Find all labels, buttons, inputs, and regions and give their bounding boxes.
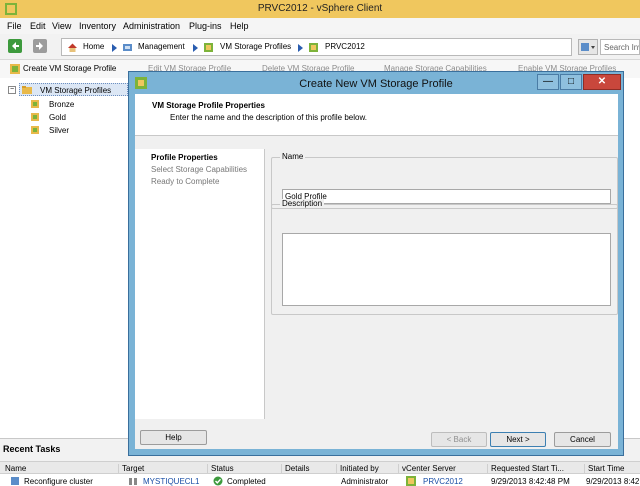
back-button[interactable] — [8, 39, 22, 53]
task-start-time: 9/29/2013 8:42 — [586, 477, 640, 486]
cancel-button[interactable]: Cancel — [554, 432, 611, 447]
menu-administration[interactable]: Administration — [123, 21, 180, 31]
menu-plugins[interactable]: Plug-ins — [189, 21, 222, 31]
breadcrumb-vm-storage-profiles[interactable]: VM Storage Profiles — [220, 42, 291, 51]
storage-profiles-icon — [204, 43, 213, 52]
profile-description-input[interactable] — [282, 233, 611, 306]
wizard-header-title: VM Storage Profile Properties — [152, 101, 265, 110]
recent-tasks-title: Recent Tasks — [3, 444, 61, 454]
menu-file[interactable]: File — [7, 21, 22, 31]
tree-item-gold[interactable]: Gold — [49, 113, 66, 122]
wizard-steps: Profile Properties Select Storage Capabi… — [135, 149, 265, 419]
step-select-storage-capabilities[interactable]: Select Storage Capabilities — [151, 165, 247, 174]
vcenter-icon — [309, 43, 318, 52]
tree-item-vm-storage-profiles[interactable]: VM Storage Profiles — [19, 83, 128, 96]
create-vm-storage-profile-button[interactable]: Create VM Storage Profile — [23, 64, 116, 73]
name-label: Name — [280, 152, 306, 161]
close-button[interactable]: ✕ — [583, 74, 621, 90]
create-profile-icon — [10, 64, 20, 74]
help-button[interactable]: Help — [140, 430, 207, 445]
task-status: Completed — [227, 477, 266, 486]
maximize-button[interactable]: □ — [560, 74, 582, 90]
menu-help[interactable]: Help — [230, 21, 249, 31]
vcenter-icon — [406, 476, 416, 486]
minimize-button[interactable]: — — [537, 74, 559, 90]
home-icon — [68, 43, 77, 52]
arrow-left-icon — [12, 42, 19, 50]
navigation-bar: Home Management VM Storage Profiles PRVC… — [0, 34, 640, 60]
cluster-icon — [129, 478, 137, 485]
storage-profile-icon — [31, 126, 39, 134]
create-profile-dialog: Create New VM Storage Profile — □ ✕ VM S… — [128, 71, 624, 456]
task-icon — [11, 477, 19, 485]
table-row[interactable]: Reconfigure cluster MYSTIQUECL1 Complete… — [0, 474, 640, 486]
wizard-header-subtitle: Enter the name and the description of th… — [170, 113, 368, 122]
management-icon — [123, 44, 132, 51]
storage-profile-icon — [31, 113, 39, 121]
description-label: Description — [280, 199, 325, 208]
main-titlebar: PRVC2012 - vSphere Client — [0, 0, 640, 18]
breadcrumb-management[interactable]: Management — [138, 42, 185, 51]
task-target-link[interactable]: MYSTIQUECL1 — [143, 477, 199, 486]
task-initiated-by: Administrator — [341, 477, 389, 486]
window-title: PRVC2012 - vSphere Client — [257, 3, 383, 14]
search-scope-button[interactable] — [578, 39, 598, 55]
dialog-titlebar[interactable]: Create New VM Storage Profile — □ ✕ — [129, 72, 623, 94]
profile-name-input[interactable] — [282, 189, 611, 204]
menu-bar: File Edit View Inventory Administration … — [0, 18, 640, 34]
task-requested-start: 9/29/2013 8:42:48 PM — [491, 477, 570, 486]
task-name: Reconfigure cluster — [24, 477, 93, 486]
back-button[interactable]: < Back — [431, 432, 487, 447]
breadcrumb-separator-icon — [112, 44, 117, 52]
tree-root-label: VM Storage Profiles — [40, 86, 112, 95]
breadcrumb-prvc2012[interactable]: PRVC2012 — [325, 42, 365, 51]
step-profile-properties[interactable]: Profile Properties — [151, 153, 218, 162]
menu-inventory[interactable]: Inventory — [79, 21, 116, 31]
folder-icon — [22, 86, 32, 94]
next-button[interactable]: Next > — [490, 432, 546, 447]
forward-button[interactable] — [33, 39, 47, 53]
search-scope-icon — [581, 43, 595, 51]
dialog-body: VM Storage Profile Properties Enter the … — [135, 94, 618, 449]
wizard-header: VM Storage Profile Properties Enter the … — [135, 94, 618, 136]
breadcrumb: Home Management VM Storage Profiles PRVC… — [61, 38, 572, 56]
storage-profile-icon — [31, 100, 39, 108]
content-panel-edge — [626, 80, 640, 435]
menu-edit[interactable]: Edit — [30, 21, 46, 31]
profile-tree: − VM Storage Profiles Bronze Gold Silver — [0, 80, 130, 435]
tree-collapse-toggle[interactable]: − — [8, 86, 16, 94]
completed-check-icon — [213, 476, 223, 486]
breadcrumb-home[interactable]: Home — [83, 42, 104, 51]
step-ready-to-complete[interactable]: Ready to Complete — [151, 177, 219, 186]
tree-item-bronze[interactable]: Bronze — [49, 100, 74, 109]
tree-item-silver[interactable]: Silver — [49, 126, 69, 135]
breadcrumb-separator-icon — [298, 44, 303, 52]
menu-view[interactable]: View — [52, 21, 71, 31]
task-table-header: Name Target Status Details Initiated by … — [0, 461, 640, 475]
arrow-right-icon — [36, 42, 43, 50]
search-input[interactable]: Search Inv — [600, 39, 640, 55]
task-vcenter-link[interactable]: PRVC2012 — [423, 477, 463, 486]
breadcrumb-separator-icon — [193, 44, 198, 52]
